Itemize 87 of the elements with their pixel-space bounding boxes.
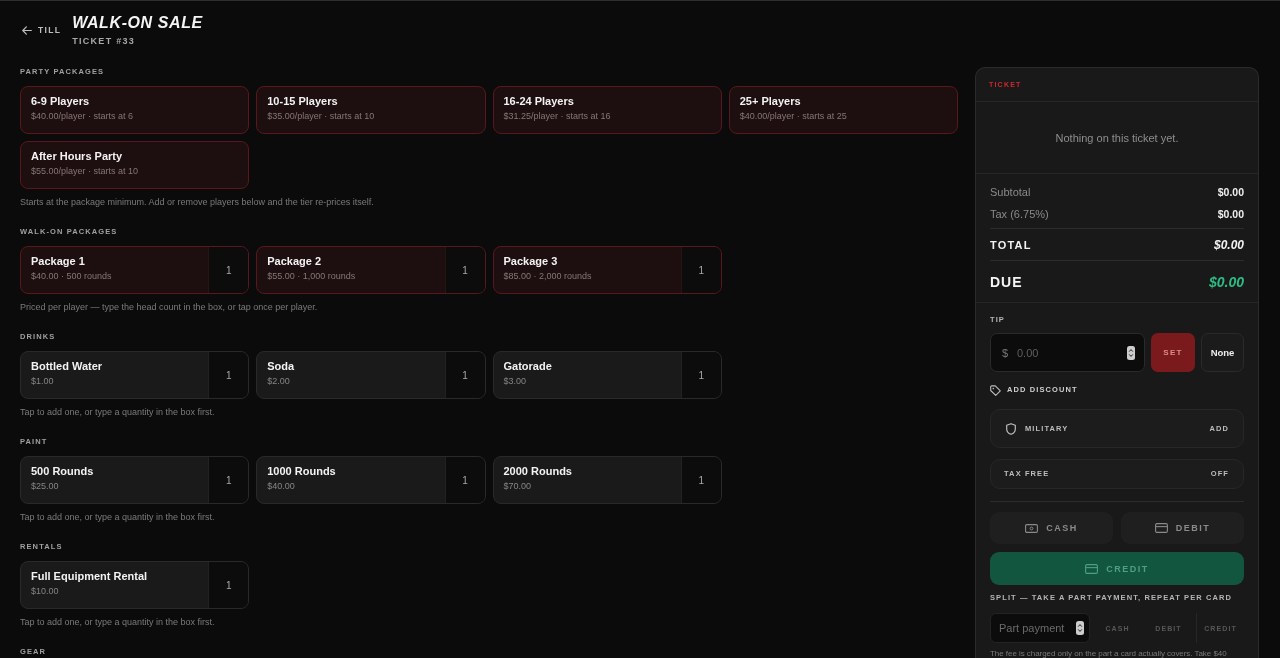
set-tip-button[interactable]: SET (1151, 333, 1195, 372)
item-detail: $3.00 (503, 375, 527, 387)
item-detail: $85.00 · 2,000 rounds (503, 270, 592, 282)
party-package-card[interactable]: 6-9 Players $40.00/player · starts at 6 (20, 86, 250, 134)
item-name: Package 2 (267, 254, 322, 268)
section-hint: Tap to add one, or type a quantity in the box first. (20, 407, 215, 417)
party-package-card[interactable]: 25+ Players $40.00/player · starts at 25 (728, 86, 958, 134)
quantity-field[interactable]: 1 (208, 247, 249, 293)
item-detail: $40.00/player · starts at 25 (739, 110, 847, 122)
payment-button[interactable]: CASH (990, 512, 1113, 544)
shield-icon (1006, 422, 1016, 435)
product-card[interactable]: Bottled Water $1.00 1 (20, 351, 250, 399)
payment-button[interactable]: DEBIT (1121, 512, 1244, 544)
no-tip-button[interactable]: None (1201, 333, 1244, 372)
quantity-field[interactable]: 1 (444, 247, 485, 293)
item-detail: $55.00 · 1,000 rounds (267, 270, 356, 282)
party-package-card[interactable]: 16-24 Players $31.25/player · starts at 16 (492, 86, 722, 134)
credit-card-icon (1154, 523, 1168, 533)
item-name: 6-9 Players (31, 94, 90, 108)
party-package-card[interactable]: 10-15 Players $35.00/player · starts at 10 (256, 86, 486, 134)
fee-note: The fee is charged only on the part a card actually covers. Take $40 (990, 649, 1227, 658)
quantity-field[interactable]: 1 (208, 352, 249, 398)
tag-icon (990, 384, 1001, 396)
arrow-left-icon (22, 25, 32, 35)
product-card[interactable]: 2000 Rounds $70.00 1 (492, 456, 722, 504)
section-hint: Tap to add one, or type a quantity in the box first. (20, 512, 215, 522)
item-name: After Hours Party (31, 149, 123, 163)
section-hint: Priced per player — type the head count in the box, or tap once per player. (20, 302, 318, 312)
item-detail: $70.00 (503, 480, 532, 492)
product-card[interactable]: Full Equipment Rental $10.00 1 (20, 561, 250, 609)
quantity-field[interactable]: 1 (444, 457, 485, 503)
summary-amount: $0.00 (1217, 208, 1244, 220)
item-name: 500 Rounds (31, 464, 94, 478)
package-card[interactable]: Package 3 $85.00 · 2,000 rounds 1 (492, 246, 722, 294)
item-name: Package 1 (31, 254, 85, 268)
item-detail: $40.00 · 500 rounds (31, 270, 112, 282)
party-package-card[interactable]: After Hours Party $55.00/player · starts at 10 (20, 141, 250, 189)
due-amount: $0.00 (1208, 273, 1244, 290)
item-detail: $10.00 (31, 585, 59, 597)
due-label: DUE (990, 273, 1023, 290)
item-detail: $40.00 (267, 480, 295, 492)
quantity-field[interactable]: 1 (680, 457, 721, 503)
quantity-field[interactable]: 1 (680, 247, 721, 293)
item-name: 10-15 Players (267, 94, 338, 108)
section-hint: Tap to add one, or type a quantity in the box first. (20, 617, 215, 627)
package-card[interactable]: Package 2 $55.00 · 1,000 rounds 1 (256, 246, 486, 294)
item-detail: $2.00 (267, 375, 290, 387)
item-name: 16-24 Players (503, 94, 574, 108)
quantity-field[interactable]: 1 (680, 352, 721, 398)
item-name: 2000 Rounds (503, 464, 572, 478)
quantity-field[interactable]: 1 (208, 457, 249, 503)
item-name: 1000 Rounds (267, 464, 336, 478)
item-detail: $1.00 (31, 375, 54, 387)
section-hint: Starts at the package minimum. Add or remove players below and the tier re-prices itself. (20, 197, 374, 207)
item-detail: $31.25/player · starts at 16 (503, 110, 611, 122)
page-title: WALK-ON SALE (72, 13, 203, 33)
part-payment-field[interactable]: Part payment (990, 613, 1090, 643)
summary-label: Subtotal (990, 186, 1031, 198)
item-detail: $40.00/player · starts at 6 (31, 110, 134, 122)
product-card[interactable]: 500 Rounds $25.00 1 (20, 456, 250, 504)
package-card[interactable]: Package 1 $40.00 · 500 rounds 1 (20, 246, 250, 294)
item-name: Soda (267, 359, 295, 373)
total-label: TOTAL (990, 238, 1032, 251)
empty-message: Nothing on this ticket yet. (1055, 131, 1179, 144)
product-card[interactable]: Soda $2.00 1 (256, 351, 486, 399)
item-detail: $55.00/player · starts at 10 (31, 165, 139, 177)
item-detail: $25.00 (31, 480, 59, 492)
summary-amount: $0.00 (1217, 186, 1244, 198)
ticket-number: TICKET #33 (72, 35, 136, 47)
item-detail: $35.00/player · starts at 10 (267, 110, 375, 122)
product-card[interactable]: Gatorade $3.00 1 (492, 351, 722, 399)
back-button[interactable]: TILL (20, 20, 62, 40)
quantity-field[interactable]: 1 (208, 562, 249, 608)
item-name: Gatorade (503, 359, 552, 373)
credit-card-icon (1085, 563, 1099, 574)
stepper-icon (1127, 345, 1135, 360)
summary-label: Tax (6.75%) (990, 208, 1049, 220)
product-card[interactable]: 1000 Rounds $40.00 1 (256, 456, 486, 504)
stepper-icon (1076, 621, 1084, 635)
quantity-field[interactable]: 1 (444, 352, 485, 398)
total-amount: $0.00 (1213, 237, 1244, 252)
item-name: Package 3 (503, 254, 558, 268)
currency-symbol: $ (1002, 346, 1009, 359)
item-name: Bottled Water (31, 359, 103, 373)
banknote-icon (1025, 523, 1039, 533)
item-name: Full Equipment Rental (31, 569, 148, 583)
item-name: 25+ Players (739, 94, 801, 108)
